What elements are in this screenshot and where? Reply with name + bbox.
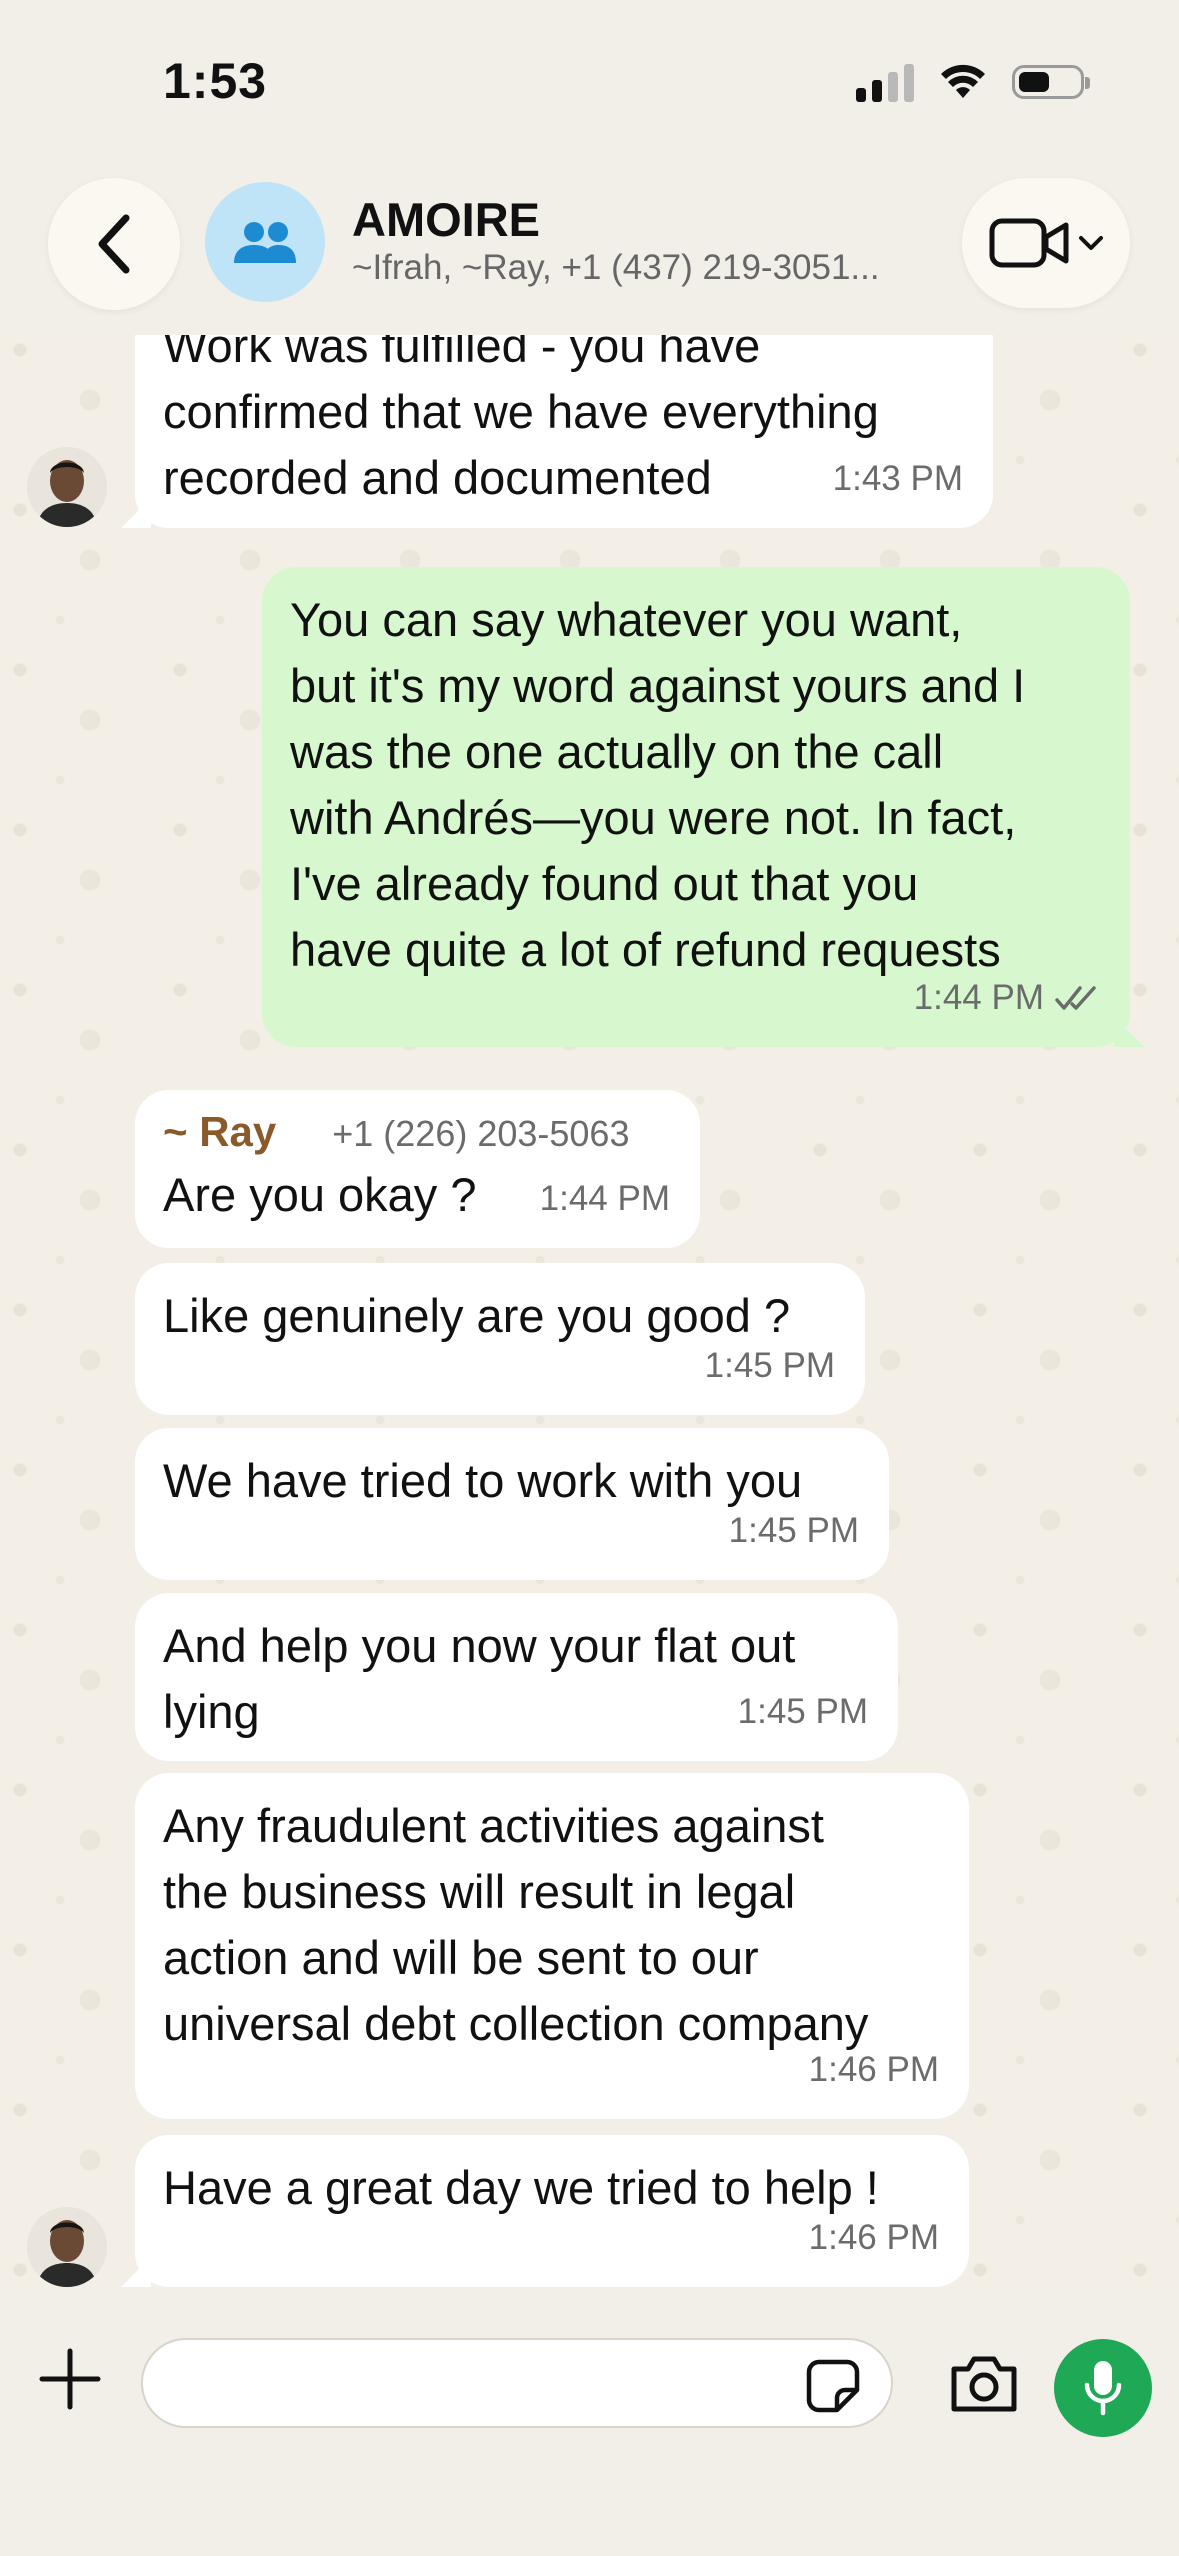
sender-name[interactable]: ~ Ray <box>163 1104 276 1160</box>
plus-icon <box>39 2348 101 2410</box>
camera-button[interactable] <box>948 2353 1020 2413</box>
group-icon <box>234 222 296 263</box>
message-time: 1:45 PM <box>728 1511 859 1550</box>
avatar-image <box>27 2207 107 2287</box>
read-receipt-icon <box>1055 986 1096 1010</box>
message-time: 1:44 PM <box>539 1179 670 1218</box>
chat-title[interactable]: AMOIRE <box>352 192 540 247</box>
message-time: 1:46 PM <box>808 2050 939 2089</box>
message-bubble-incoming[interactable]: Any fraudulent activities against the bu… <box>135 1773 969 2119</box>
message-bubble-incoming[interactable]: We have tried to work with you 1:45 PM <box>135 1428 889 1580</box>
message-time: 1:43 PM <box>832 459 963 498</box>
message-time: 1:44 PM <box>913 978 1044 1017</box>
chat-participants[interactable]: ~Ifrah, ~Ray, +1 (437) 219-3051... <box>352 248 922 288</box>
sticker-icon <box>806 2359 860 2413</box>
message-bubble-incoming[interactable]: Have a great day we tried to help ! 1:46… <box>121 2135 969 2287</box>
video-camera-icon <box>989 218 1069 268</box>
sender-phone[interactable]: +1 (226) 203-5063 <box>332 1106 629 1162</box>
message-text: You can say whatever you want, but it's … <box>290 593 1026 976</box>
group-avatar[interactable] <box>205 182 325 302</box>
cellular-signal-icon <box>856 62 914 102</box>
message-input-container[interactable] <box>141 2338 893 2428</box>
avatar[interactable] <box>27 2207 107 2287</box>
status-bar: 1:53 <box>0 0 1179 170</box>
microphone-icon <box>1084 2361 1122 2416</box>
message-bubble-incoming[interactable]: Like genuinely are you good ? 1:45 PM <box>135 1263 865 1415</box>
voice-message-button[interactable] <box>1054 2339 1152 2437</box>
wifi-icon <box>941 64 985 98</box>
battery-icon <box>1012 65 1090 99</box>
camera-icon <box>951 2356 1017 2412</box>
video-call-button[interactable] <box>962 178 1130 308</box>
avatar[interactable] <box>27 447 107 527</box>
message-time: 1:45 PM <box>737 1692 868 1731</box>
sender-row: ~ Ray +1 (226) 203-5063 <box>163 1104 672 1162</box>
message-bubble-incoming[interactable]: Work was fulfilled - you have confirmed … <box>121 335 993 528</box>
message-list[interactable]: Work was fulfilled - you have confirmed … <box>0 335 1179 2295</box>
message-bubble-incoming[interactable]: And help you now your flat out lying 1:4… <box>135 1593 898 1761</box>
status-time: 1:53 <box>163 53 268 109</box>
chat-header: AMOIRE ~Ifrah, ~Ray, +1 (437) 219-3051..… <box>0 170 1179 335</box>
message-text: Any fraudulent activities against the bu… <box>163 1799 869 2050</box>
message-bubble-outgoing[interactable]: You can say whatever you want, but it's … <box>262 567 1144 1047</box>
chevron-left-icon <box>98 214 130 274</box>
status-icons <box>856 62 1090 102</box>
chevron-down-icon <box>1079 236 1103 250</box>
avatar-image <box>27 447 107 527</box>
message-time: 1:46 PM <box>808 2218 939 2257</box>
back-button[interactable] <box>48 178 180 310</box>
message-input[interactable] <box>173 2358 797 2410</box>
attach-button[interactable] <box>38 2347 102 2411</box>
message-time: 1:45 PM <box>704 1346 835 1385</box>
sticker-button[interactable] <box>805 2358 861 2414</box>
message-bubble-incoming[interactable]: ~ Ray +1 (226) 203-5063 Are you okay ? 1… <box>135 1090 700 1248</box>
composer-bar <box>0 2295 1179 2556</box>
